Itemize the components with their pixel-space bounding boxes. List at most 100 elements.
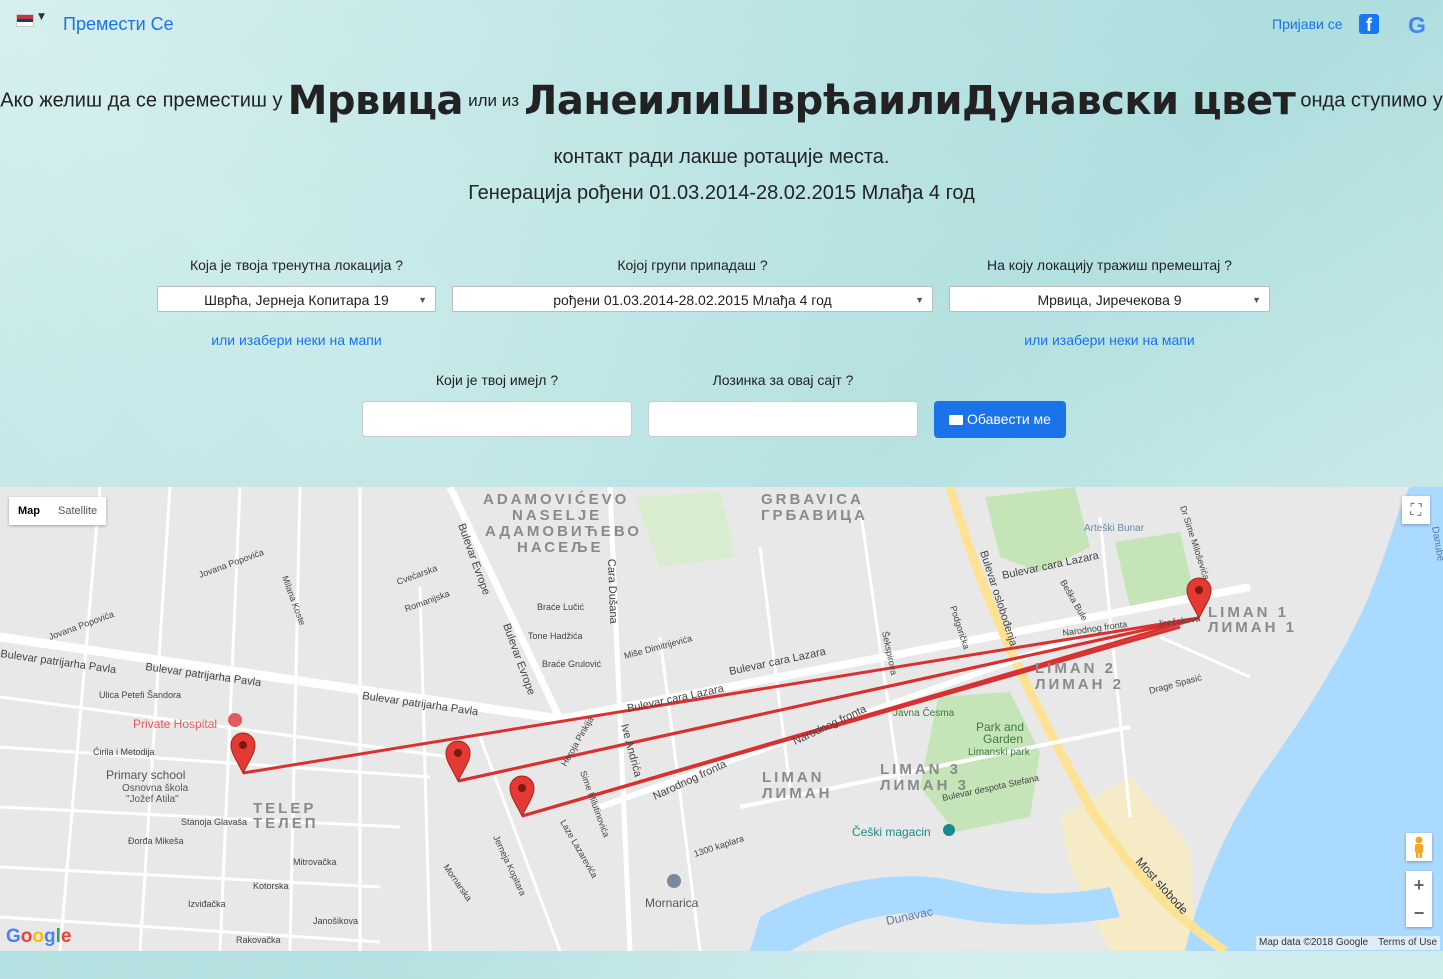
email-label: Који је твој имејл ? [435, 372, 559, 388]
street-label: Ćirila i Metodija [93, 747, 155, 757]
zoom-out-button[interactable]: − [1406, 899, 1432, 927]
headline-middle: или из [468, 91, 520, 110]
street-label: Mornarska [441, 862, 474, 903]
street-label: Romanijska [403, 588, 451, 613]
place-label: АДАМОВИЋЕВО [485, 523, 642, 540]
street-label: Narodnog fronta [791, 703, 869, 748]
map-link-current[interactable]: или изабери неки на мапи [157, 332, 436, 348]
park-area [635, 492, 735, 567]
google-icon[interactable]: G [1408, 12, 1426, 39]
headline-prefix: Ако желиш да се преместиш у [0, 89, 283, 112]
map-attribution: Map data ©2018 Google Terms of Use [1256, 936, 1441, 950]
target-location-label: На коју локацију тражиш премештај ? [987, 257, 1232, 273]
group-select[interactable]: рођени 01.03.2014-28.02.2015 Млађа 4 год… [452, 286, 933, 312]
street-label: Drage Spasić [1148, 672, 1203, 696]
headline-source: ЛанеилиШврћаилиДунавски цвет [524, 78, 1296, 124]
dunavac-river [750, 876, 1120, 951]
street-label: Miše Dimitrijevića [623, 633, 693, 661]
street-label: Mitrovačka [293, 857, 337, 867]
place-label: ТЕЛЕП [253, 815, 318, 832]
place-label: LIMAN 2 [1035, 660, 1116, 677]
street-label: Tone Hadžića [528, 631, 583, 641]
place-label: LIMAN [762, 769, 825, 786]
street-label: Cara Dušana [605, 559, 619, 625]
place-label: LIMAN 3 [880, 761, 961, 778]
map-link-target[interactable]: или изабери неки на мапи [949, 332, 1270, 348]
street-label: Braće Lučić [537, 602, 585, 612]
place-label: ГРБАВИЦА [761, 507, 868, 524]
serbia-flag-icon[interactable] [16, 14, 34, 27]
current-location-value: Шврћа, Јернеја Копитара 19 [204, 292, 389, 308]
street-label: Jerneja Kopitara [491, 834, 528, 898]
street-label: Izviđačka [188, 899, 226, 909]
password-label: Лозинка за овај сајт ? [712, 372, 854, 388]
notify-button-label: Обавести ме [967, 411, 1051, 427]
poi-label: Garden [983, 732, 1023, 746]
target-location-value: Мрвица, Јиречекова 9 [1037, 292, 1182, 308]
current-location-label: Која је твоја тренутна локација ? [189, 257, 404, 273]
map-canvas[interactable]: ADAMOVIĆEVO NASELJE АДАМОВИЋЕВО НАСЕЉЕ G… [0, 487, 1443, 951]
danube-river [1185, 487, 1443, 951]
attraction-icon [943, 824, 955, 836]
place-label: НАСЕЉЕ [517, 539, 604, 556]
place-label: ЛИМАН 1 [1208, 619, 1297, 636]
street-label: Cvećarska [395, 563, 438, 587]
street-label: Laze Lazarevića [558, 818, 599, 880]
notify-button[interactable]: Обавести ме [934, 401, 1066, 438]
facebook-icon[interactable]: f [1359, 14, 1379, 35]
zoom-control: + − [1406, 871, 1432, 927]
poi-label: Javna Česma [893, 706, 955, 719]
envelope-icon [949, 415, 963, 425]
poi-label: Primary school [106, 768, 185, 782]
street-label: Đorđa Mikeša [128, 836, 184, 846]
dropdown-caret-icon: ▼ [1252, 295, 1261, 305]
brand-link[interactable]: Премести Се [63, 14, 174, 35]
street-label: Jovana Popovića [47, 609, 115, 642]
login-link[interactable]: Пријави се [1272, 16, 1343, 32]
street-label: Jovana Popovića [197, 547, 265, 580]
map-type-satellite-button[interactable]: Satellite [49, 497, 106, 525]
dropdown-caret-icon: ▼ [418, 295, 427, 305]
street-label: Braće Grulović [542, 659, 602, 669]
zoom-in-button[interactable]: + [1406, 871, 1432, 899]
target-location-select[interactable]: Мрвица, Јиречекова 9 ▼ [949, 286, 1270, 312]
street-label: Janošikova [313, 916, 358, 926]
street-label: Stanoja Glavaša [181, 817, 247, 827]
headline-line2: контакт ради лакше ротације места. [553, 146, 890, 168]
place-label: ЛИМАН [762, 785, 832, 802]
password-input[interactable] [648, 401, 918, 437]
street-label: Bulevar cara Lazara [626, 683, 726, 715]
place-label: ADAMOVIĆEVO [483, 490, 629, 508]
street-label: Beška Bule [1058, 578, 1089, 622]
headline: Ако желиш да се преместиш у Мрвица или и… [0, 78, 1443, 124]
terms-link[interactable]: Terms of Use [1378, 937, 1437, 948]
group-value: рођени 01.03.2014-28.02.2015 Млађа 4 год [553, 292, 832, 308]
top-navbar: ▼ Премести Се Пријави се f G [0, 0, 1443, 50]
poi-label: "Jožef Atila" [126, 794, 179, 805]
map-type-map-button[interactable]: Map [9, 497, 49, 525]
fullscreen-icon[interactable]: ⛶ [1402, 496, 1430, 524]
street-label: Ulica Petefi Šandora [99, 690, 181, 700]
poi-label: Limanski park [968, 747, 1031, 758]
google-logo: Google [6, 926, 72, 947]
poi-label: Osnovna škola [122, 783, 189, 794]
dropdown-caret-icon: ▼ [915, 295, 924, 305]
email-input[interactable] [362, 401, 632, 437]
headline-generation: Генерација рођени 01.03.2014-28.02.2015 … [468, 182, 975, 204]
map-svg: ADAMOVIĆEVO NASELJE АДАМОВИЋЕВО НАСЕЉЕ G… [0, 487, 1443, 951]
language-caret-icon[interactable]: ▼ [38, 12, 45, 22]
street-label: Narodnog fronta [651, 758, 729, 803]
street-label: Heroja Pinkija [559, 715, 595, 768]
poi-label: Češki magacin [852, 824, 931, 839]
place-label: NASELJE [512, 507, 602, 524]
street-label: Rakovačka [236, 935, 281, 945]
place-label: GRBAVICA [761, 491, 864, 508]
place-label: ЛИМАН 2 [1035, 676, 1124, 693]
pegman-icon[interactable] [1406, 833, 1432, 861]
headline-target: Мрвица [287, 78, 464, 124]
current-location-select[interactable]: Шврћа, Јернеја Копитара 19 ▼ [157, 286, 436, 312]
group-label: Којој групи припадаш ? [617, 257, 768, 273]
map-data-text: Map data ©2018 Google [1259, 937, 1369, 948]
hospital-icon [228, 713, 242, 727]
street-label: Kotorska [253, 881, 289, 891]
